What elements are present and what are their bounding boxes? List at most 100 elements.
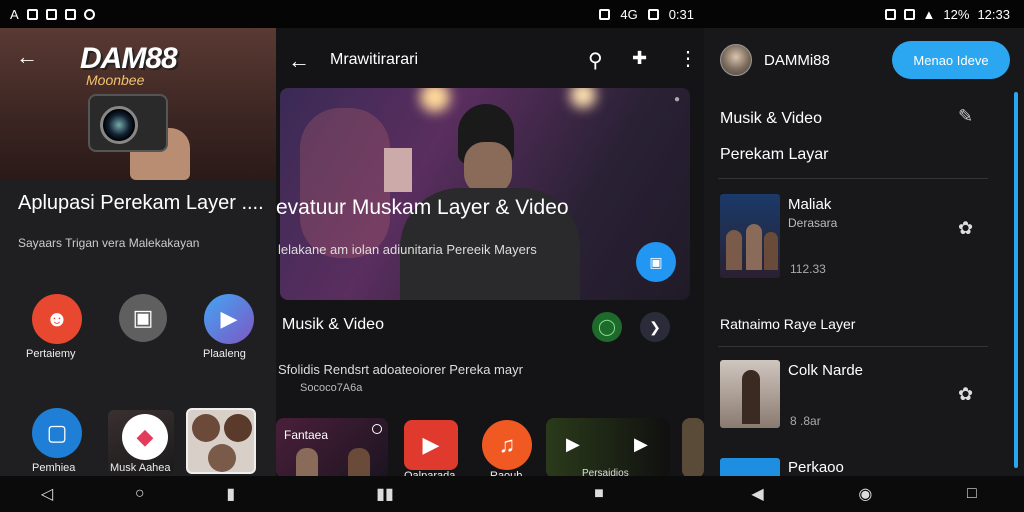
chat-icon[interactable]: ◯ — [592, 312, 622, 342]
section-meta: Sococo7A6a — [300, 382, 363, 394]
play-icon: ▶ — [634, 434, 648, 454]
section-title: Musik & Video — [282, 316, 384, 333]
brand-logo-sub: Moonbee — [86, 72, 145, 88]
search-icon[interactable]: ⚲ — [588, 48, 603, 73]
item-thumbnail[interactable] — [720, 194, 780, 278]
item-title[interactable]: Colk Narde — [788, 362, 863, 379]
app-label: Plaaleng — [203, 348, 246, 360]
app-label: Pemhiea — [32, 462, 76, 474]
item-thumbnail[interactable] — [720, 458, 780, 478]
item-title[interactable]: Maliak — [788, 196, 831, 213]
video-icon[interactable]: ▶ — [404, 420, 458, 470]
hero-banner: DAM88 Moonbee — [0, 28, 276, 180]
status-time: 0:31 — [668, 6, 694, 22]
battery-icon — [647, 8, 659, 20]
item-thumbnail[interactable] — [720, 360, 780, 428]
recents-nav-icon[interactable]: ▮▮ — [376, 484, 394, 504]
hero-subtitle: lelakane am iolan adiunitaria Pereeik Ma… — [278, 242, 537, 257]
brand-logo: DAM88 — [80, 42, 178, 75]
tile-label: Fantaea — [284, 428, 329, 442]
tools-icon[interactable]: ✚ — [632, 48, 647, 69]
scrollbar[interactable] — [1014, 92, 1018, 468]
search-icon — [372, 424, 382, 434]
puzzle-icon[interactable]: ✿ — [958, 218, 973, 239]
right-phone-screen: ▲ 12% 12:33 DAMMi88 Menao Ideve Musik & … — [704, 0, 1024, 512]
item-meta: 112.33 — [790, 262, 830, 276]
recents-nav-icon[interactable]: ▮ — [226, 484, 235, 504]
person-photo — [348, 448, 370, 478]
media-tile-partial[interactable] — [682, 418, 704, 478]
forward-icon[interactable]: ❯ — [640, 312, 670, 342]
hero-title: evatuur Muskam Layer & Video — [276, 196, 569, 219]
music-icon[interactable]: ♫ — [482, 420, 532, 470]
center-phone-screen: 4G 0:31 ← Mrawitirarari ⚲ ✚ ⋮ ▣ ● evatuu… — [276, 0, 704, 512]
singer-face — [464, 142, 512, 194]
wifi-icon: ▲ — [922, 6, 936, 22]
item-subtitle: Derasara — [788, 216, 838, 230]
home-nav-icon[interactable]: ○ — [135, 485, 145, 503]
stage-light — [570, 88, 596, 108]
app-title: Aplupasi Perekam Layer .... — [18, 192, 264, 214]
section-heading: Perekam Layar — [720, 146, 829, 163]
puzzle-icon[interactable]: ✿ — [958, 384, 973, 405]
back-nav-icon[interactable]: ◁ — [41, 484, 53, 504]
status-bar: ▲ 12% 12:33 — [704, 0, 1024, 28]
media-tile[interactable]: Fantaea — [276, 418, 388, 478]
edit-icon[interactable]: ▢ — [32, 408, 82, 458]
edit-pencil-icon[interactable]: ✎ — [958, 106, 973, 127]
face-photo — [192, 414, 220, 442]
divider — [718, 346, 988, 347]
item-title[interactable]: Perkaoo — [788, 459, 844, 476]
page-title: Mrawitirarari — [330, 51, 418, 68]
play-icon: ▶ — [566, 434, 580, 454]
avatar[interactable] — [720, 44, 752, 76]
nav-bar: ▮▮ ■ — [276, 476, 704, 512]
section-description: Sfolidis Rendsrt adoateoiorer Pereka may… — [278, 362, 523, 377]
back-arrow-icon[interactable]: ← — [288, 48, 310, 74]
status-letter: A — [10, 6, 19, 22]
featured-hero-card[interactable]: ▣ ● — [280, 88, 690, 300]
status-bar: A — [0, 0, 276, 28]
nav-bar: ◁ ○ ▮ — [0, 476, 276, 512]
notification-icon — [884, 8, 896, 20]
status-bar: 4G 0:31 — [276, 0, 704, 28]
camera-illustration — [88, 94, 168, 152]
wall-poster — [384, 148, 412, 192]
screen-record-icon[interactable]: ▣ — [119, 294, 167, 342]
face-photo — [224, 414, 252, 442]
back-nav-icon[interactable]: ◀ — [751, 484, 763, 504]
home-nav-icon[interactable]: ◉ — [858, 484, 872, 504]
fab-play-button[interactable]: ▣ — [636, 242, 676, 282]
notification-icon — [26, 8, 38, 20]
status-time: 12:33 — [977, 6, 1010, 22]
stack-icon: ◆ — [122, 414, 168, 460]
person-photo — [296, 448, 318, 478]
person-icon[interactable]: ☻ — [32, 294, 82, 344]
video-thumbnail-tile[interactable]: ▶ ▶ Persaidios — [546, 418, 670, 478]
face-photo — [208, 444, 236, 472]
nav-bar: ◀ ◉ □ — [704, 476, 1024, 512]
recents-nav-icon[interactable]: □ — [967, 485, 977, 503]
back-arrow-icon[interactable]: ← — [16, 44, 38, 70]
section-heading: Musik & Video — [720, 110, 822, 127]
home-nav-icon[interactable]: ■ — [594, 485, 604, 503]
play-icon[interactable]: ▶ — [204, 294, 254, 344]
stage-light — [420, 88, 450, 112]
app-label: Pertaiemy — [26, 348, 76, 360]
record-icon — [83, 8, 95, 20]
divider — [718, 178, 988, 179]
network-indicator: 4G — [620, 6, 638, 22]
badge-icon: ● — [673, 94, 680, 105]
battery-percent: 12% — [943, 6, 970, 22]
item-meta: 8 .8ar — [790, 414, 821, 428]
stage-graffiti — [300, 108, 390, 258]
alarm-icon — [903, 8, 915, 20]
image-icon — [45, 8, 57, 20]
app-label: Musk Aahea — [110, 462, 171, 474]
left-phone-screen: A DAM88 Moonbee ← Aplupasi Perekam Layer… — [0, 0, 276, 512]
photo-collage-thumbnail[interactable] — [186, 408, 256, 474]
action-button[interactable]: Menao Ideve — [892, 41, 1010, 79]
cast-icon — [599, 8, 611, 20]
more-options-icon[interactable]: ⋮ — [678, 46, 698, 71]
app-subtitle: Sayaars Trigan vera Malekakayan — [18, 236, 200, 250]
